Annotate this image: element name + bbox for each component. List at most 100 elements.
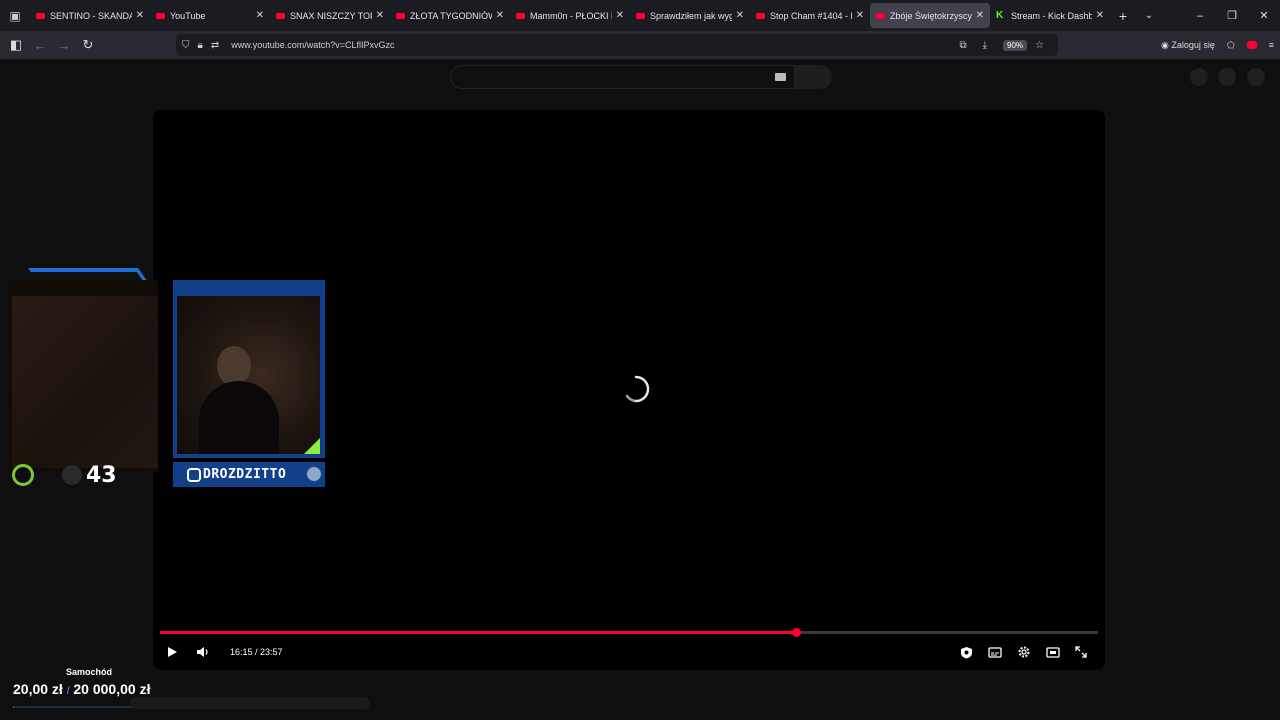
green-ring-icon [12,464,34,486]
time-display: 16:15 / 23:57 [230,647,283,657]
tab-close-icon[interactable]: ✕ [736,10,744,21]
reload-icon[interactable]: ↻ [76,33,100,57]
browser-tab[interactable]: ZŁOTA TYGODNIÓWKA ✕ [390,3,510,28]
scrubber-handle[interactable] [792,628,801,637]
count-number: 43 [86,462,117,488]
search-input[interactable] [450,65,795,89]
tab-list-icon[interactable]: ▣ [0,0,30,31]
address-bar[interactable]: ⛉ 🔒︎ ⇄ www.youtube.com/watch?v=CLflIPxvG… [176,34,1058,56]
tab-title: Stop Cham #1404 - Ni [770,10,852,21]
tab-title: Zbóje Świętokrzyscy | S [890,10,972,21]
theater-icon [1046,646,1060,658]
tab-title: SENTINO - SKANDAL p [50,10,132,21]
goal-label: Samochód [66,667,113,677]
notifications-icon[interactable] [1218,68,1236,86]
search-button[interactable] [795,65,832,89]
viewer-badges: 43 [12,462,162,488]
close-window-icon[interactable]: ✕ [1248,0,1280,31]
webcam-overlay: 43 DROZDZITTO [8,266,326,490]
youtube-favicon-icon [396,12,405,19]
play-button[interactable] [164,644,180,660]
webcam-frame-left [8,280,158,472]
youtube-extension-icon[interactable] [1246,41,1257,49]
tab-close-icon[interactable]: ✕ [256,10,264,21]
tab-close-icon[interactable]: ✕ [976,10,984,21]
url-text[interactable]: www.youtube.com/watch?v=CLflIPxvGzc [231,40,394,50]
tab-title: Mamm0n - PŁOCKI RZ [530,10,612,21]
browser-tab[interactable]: K Stream - Kick Dashboa ✕ [990,3,1110,28]
tab-title: SNAX NISZCZY TOP 10 [290,10,372,21]
tab-close-icon[interactable]: ✕ [1096,10,1104,21]
fullscreen-button[interactable] [1073,644,1089,660]
skull-icon [307,467,321,481]
lock-icon[interactable]: 🔒︎ [198,40,203,51]
webcam-video [177,296,320,454]
back-icon[interactable]: ← [28,33,52,57]
sidebar-icon[interactable]: ◧ [4,33,28,57]
tab-strip: SENTINO - SKANDAL p✕YouTube✕SNAX NISZCZY… [30,3,1110,28]
create-icon[interactable] [1190,68,1208,86]
tab-title: YouTube [170,10,206,21]
instagram-handle-bar: DROZDZITTO [173,462,325,487]
browser-tab[interactable]: Stop Cham #1404 - Ni ✕ [750,3,870,28]
keyboard-icon[interactable] [775,73,786,81]
browser-tab[interactable]: Mamm0n - PŁOCKI RZ ✕ [510,3,630,28]
tab-close-icon[interactable]: ✕ [856,10,864,21]
browser-tab[interactable]: Sprawdziłem jak wygl ✕ [630,3,750,28]
tab-title: Stream - Kick Dashboa [1011,10,1092,21]
goal-target: 20 000,00 zł [73,681,151,697]
restore-icon[interactable]: ❐ [1216,0,1248,31]
bottom-placeholder [130,697,370,709]
webcam-frame [173,280,325,458]
extensions-icon[interactable]: ⬠ [1227,40,1235,51]
volume-button[interactable] [194,644,210,660]
navigation-toolbar: ◧ ← → ↻ ⛉ 🔒︎ ⇄ www.youtube.com/watch?v=C… [0,31,1280,59]
menu-icon[interactable]: ≡ [1269,40,1274,50]
zoom-badge[interactable]: 90% [1003,39,1028,51]
tab-title: Sprawdziłem jak wygl [650,10,732,21]
save-page-icon[interactable]: ⤓ [983,40,987,51]
youtube-favicon-icon [756,12,765,19]
fullscreen-icon [1075,646,1087,658]
forward-icon[interactable]: → [52,33,76,57]
list-all-tabs-chevron-icon[interactable]: ⌄ [1136,10,1162,21]
permissions-icon[interactable]: ⇄ [211,40,219,51]
browser-tab[interactable]: YouTube ✕ [150,3,270,28]
instagram-icon [187,467,201,482]
youtube-favicon-icon [156,12,165,19]
tab-bar: ▣ SENTINO - SKANDAL p✕YouTube✕SNAX NISZC… [0,0,1280,31]
tab-close-icon[interactable]: ✕ [376,10,384,21]
subtitles-button[interactable] [987,644,1003,660]
browser-tab[interactable]: Zbóje Świętokrzyscy | S ✕ [870,3,990,28]
progress-played [160,631,796,634]
sign-in-label: Zaloguj się [1171,39,1215,50]
browser-tab[interactable]: SENTINO - SKANDAL p ✕ [30,3,150,28]
goal-bar-fill [13,706,14,708]
avatar[interactable] [1247,68,1265,86]
youtube-favicon-icon [36,12,45,19]
shield-icon [960,646,972,658]
account-button[interactable]: ◉ Zaloguj się [1161,40,1215,51]
browser-tab[interactable]: SNAX NISZCZY TOP 10 ✕ [270,3,390,28]
bookmark-star-icon[interactable]: ☆ [1035,40,1044,51]
tab-close-icon[interactable]: ✕ [136,10,144,21]
theater-mode-button[interactable] [1045,644,1061,660]
tab-close-icon[interactable]: ✕ [496,10,504,21]
picture-in-picture-icon[interactable]: ⧉ [959,40,966,51]
goal-separator: / [66,686,70,697]
minimize-icon[interactable]: – [1184,0,1216,31]
kick-favicon-icon: K [996,9,1004,21]
shield-icon[interactable]: ⛉ [182,40,190,51]
toolbar-right: ◉ Zaloguj się ⬠ ≡ [1161,31,1274,59]
goal-amounts: 20,00 zł / 20 000,00 zł [13,681,150,697]
volume-icon [196,647,208,657]
tab-close-icon[interactable]: ✕ [616,10,624,21]
new-tab-button[interactable]: + [1110,8,1136,24]
gear-icon [1018,646,1030,658]
settings-button[interactable] [1016,644,1032,660]
sponsorblock-button[interactable] [958,644,974,660]
window-controls: – ❐ ✕ [1184,0,1280,31]
youtube-favicon-icon [276,12,285,19]
ring-icon [62,465,82,485]
youtube-favicon-icon [876,12,885,19]
